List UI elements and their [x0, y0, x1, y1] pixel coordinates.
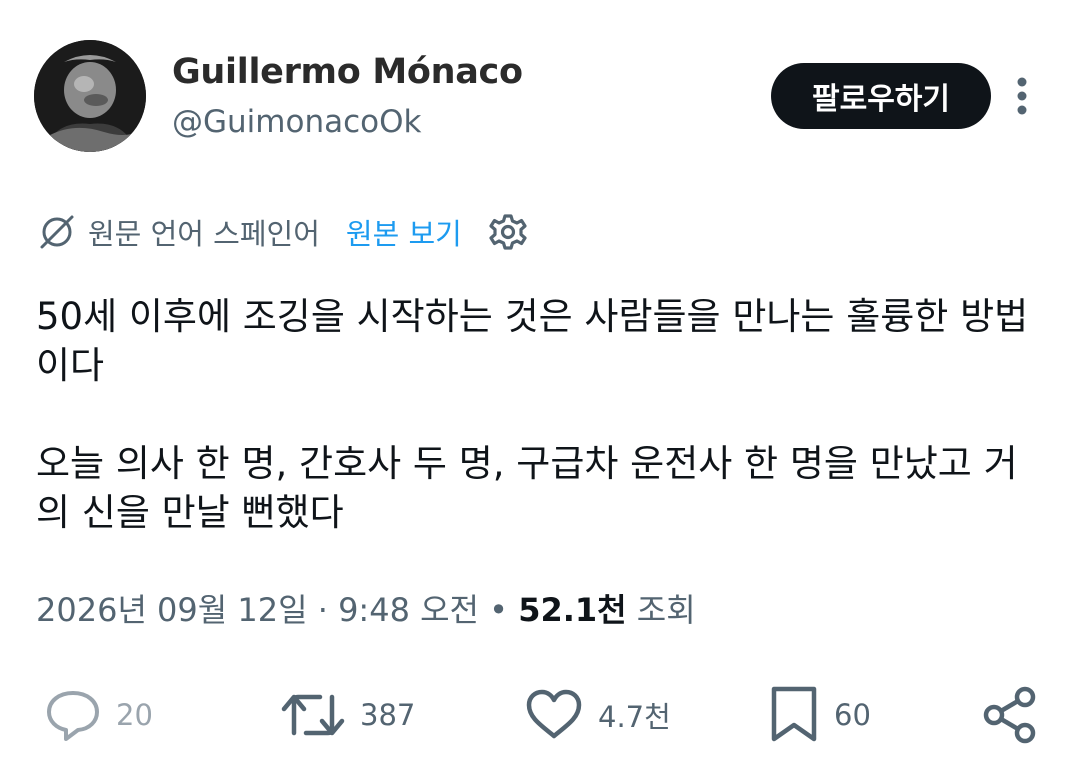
reply-button[interactable]: 20	[44, 680, 153, 750]
tweet-paragraph: 오늘 의사 한 명, 간호사 두 명, 구급차 운전사 한 명을 만났고 거의 …	[36, 442, 1018, 534]
views-label: 조회	[626, 591, 696, 629]
like-button[interactable]: 4.7천	[524, 680, 671, 750]
reply-count: 20	[116, 698, 153, 732]
repost-count: 387	[360, 698, 416, 732]
tweet-text: 50세 이후에 조깅을 시작하는 것은 사람들을 만나는 훌륭한 방법이다 오늘…	[36, 292, 1046, 537]
gear-icon[interactable]	[488, 212, 528, 252]
tweet-paragraph: 50세 이후에 조깅을 시작하는 것은 사람들을 만나는 훌륭한 방법이다	[36, 295, 1029, 387]
translate-globe-icon	[40, 215, 74, 249]
tweet-meta: 2026년 09월 12일 · 9:48 오전 • 52.1천 조회	[36, 585, 696, 631]
more-vertical-icon	[1017, 77, 1027, 115]
bookmark-icon	[771, 686, 817, 742]
share-button[interactable]	[980, 680, 1040, 750]
like-count: 4.7천	[598, 700, 671, 734]
repost-button[interactable]: 387	[280, 680, 415, 750]
show-original-link[interactable]: 원본 보기	[346, 211, 462, 253]
meta-separator: •	[478, 591, 519, 629]
avatar-photo	[34, 40, 146, 152]
follow-button[interactable]: 팔로우하기	[771, 63, 991, 129]
tweet-actions: 20 387 4.7천 60	[0, 680, 1080, 750]
translation-notice: 원문 언어 스페인어 원본 보기	[36, 205, 528, 259]
avatar[interactable]	[34, 40, 146, 152]
share-icon	[983, 686, 1036, 744]
user-handle[interactable]: @GuimonacoOk	[172, 104, 421, 140]
tweet-time[interactable]: 9:48 오전	[338, 591, 479, 629]
tweet-header: Guillermo Mónaco @GuimonacoOk 팔로우하기	[0, 0, 1080, 180]
tweet-date[interactable]: 2026년 09월 12일	[36, 591, 308, 629]
repost-icon	[281, 694, 345, 736]
bookmark-count: 60	[834, 698, 871, 732]
bookmark-button[interactable]: 60	[768, 680, 871, 750]
heart-icon	[526, 689, 582, 739]
meta-separator: ·	[307, 591, 339, 629]
translation-label: 원문 언어 스페인어	[88, 217, 320, 251]
display-name[interactable]: Guillermo Mónaco	[172, 52, 523, 92]
views-count: 52.1천	[518, 591, 627, 629]
reply-icon	[47, 691, 99, 741]
more-options-button[interactable]	[1004, 76, 1040, 116]
